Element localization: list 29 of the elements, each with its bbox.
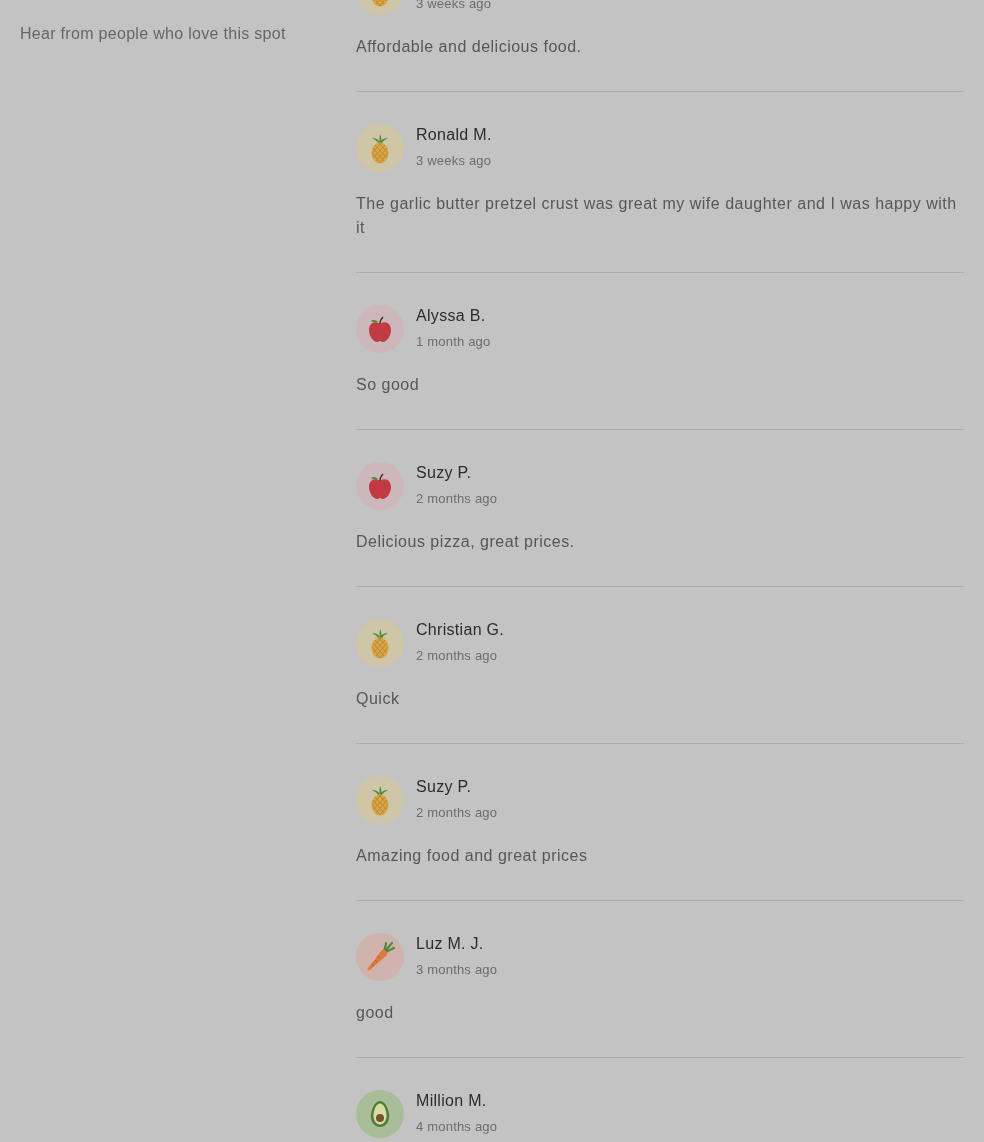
review-text: So good: [356, 375, 421, 395]
review-text: Affordable and delicious food.: [356, 37, 583, 57]
review-text: good: [356, 1003, 395, 1023]
review-date: 4 months ago: [416, 1118, 498, 1136]
review-text: The garlic butter pretzel crust was great my wife daughter and I was happy with it: [356, 194, 958, 238]
reviewer-name: Million M.: [416, 1091, 487, 1111]
review-text: Delicious pizza, great prices.: [356, 532, 576, 552]
reviewer-name: Luz M. J.: [416, 934, 484, 954]
pineapple-icon: [356, 619, 404, 667]
review-text: Amazing food and great prices: [356, 846, 589, 866]
reviewer-name: Suzy P.: [416, 777, 472, 797]
section-subtitle: Hear from people who love this spot: [20, 24, 287, 44]
review-date: 3 months ago: [416, 961, 498, 979]
review-date: 3 weeks ago: [416, 152, 492, 170]
review-date: 2 months ago: [416, 647, 498, 665]
reviewer-name: Alyssa B.: [416, 306, 486, 326]
carrot-icon: [356, 933, 404, 981]
review-text: Quick: [356, 689, 401, 709]
pineapple-icon: [356, 776, 404, 824]
pineapple-icon: [356, 124, 404, 172]
avocado-icon: [356, 1090, 404, 1138]
reviewer-name: Suzy P.: [416, 463, 472, 483]
review-date: 2 months ago: [416, 804, 498, 822]
apple-icon: [356, 462, 404, 510]
apple-icon: [356, 305, 404, 353]
reviewer-name: Ronald M.: [416, 125, 492, 145]
review-date: 1 month ago: [416, 333, 491, 351]
reviewer-name: Christian G.: [416, 620, 505, 640]
review-date: 2 months ago: [416, 490, 498, 508]
